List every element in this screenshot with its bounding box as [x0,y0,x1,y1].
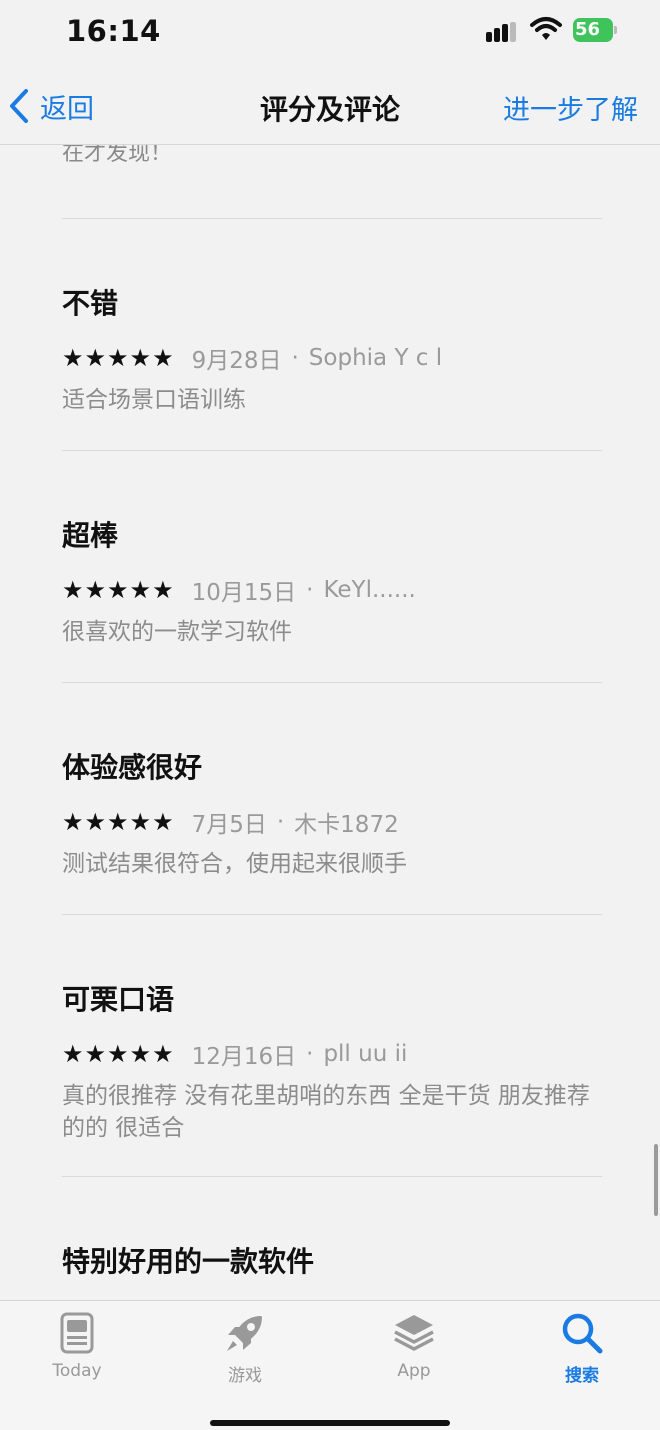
tab-label: App [397,1361,431,1381]
tab-bar: Today 游戏 App 搜索 [0,1300,660,1430]
star-icon: ★ [107,344,129,372]
star-icon: ★ [107,1040,129,1068]
home-indicator[interactable] [210,1420,450,1426]
review-meta: ★ ★ ★ ★ ★ 12月16日 · pll uu ii [62,1038,602,1070]
review-list[interactable]: 在才发现！ 不错 ★ ★ ★ ★ ★ 9月28日 · Sophia Y c l 适合场景… [0,0,660,1300]
star-icon: ★ [107,576,129,604]
star-icon: ★ [84,808,107,836]
star-icon: ★ [129,344,152,372]
review-meta: ★ ★ ★ ★ ★ 9月28日 · Sophia Y c l [62,342,602,374]
separator-dot: · [306,1041,314,1067]
review-title: 可栗口语 [62,983,175,1016]
divider [62,450,602,451]
navigation-bar: 返回 评分及评论 进一步了解 [0,64,660,145]
review-date: 7月5日 [191,812,267,838]
star-icon: ★ [62,808,84,836]
review-card[interactable]: 可栗口语 ★ ★ ★ ★ ★ 12月16日 · pll uu ii 真的很推荐 没有花里… [62,980,602,1144]
review-meta: ★ ★ ★ ★ ★ 10月15日 · KeYl...... [62,574,602,606]
separator-dot: · [306,577,314,603]
star-icon: ★ [62,1040,84,1068]
review-card[interactable]: 体验感很好 ★ ★ ★ ★ ★ 7月5日 · 木卡1872 测试结果很符合，使用起来很顺… [62,748,602,880]
divider [62,682,602,683]
star-rating: ★ ★ ★ ★ ★ [62,346,174,370]
star-icon: ★ [84,1040,107,1068]
star-icon: ★ [84,344,107,372]
star-icon: ★ [129,1040,152,1068]
review-body: 真的很推荐 没有花里胡哨的东西 全是干货 朋友推荐的的 很适合 [62,1083,590,1141]
review-body: 适合场景口语训练 [62,387,246,413]
review-date: 9月28日 [191,348,282,374]
review-body: 测试结果很符合，使用起来很顺手 [62,851,407,877]
star-icon: ★ [62,344,84,372]
tab-games[interactable]: 游戏 [185,1301,305,1401]
tab-label: Today [52,1361,102,1381]
star-icon: ★ [152,1040,174,1068]
star-icon: ★ [152,344,174,372]
review-card[interactable]: 特别好用的一款软件 [62,1242,602,1282]
review-meta: ★ ★ ★ ★ ★ 7月5日 · 木卡1872 [62,806,602,838]
separator-dot: · [291,345,299,371]
today-icon [60,1312,94,1354]
star-icon: ★ [129,808,152,836]
divider [62,914,602,915]
star-rating: ★ ★ ★ ★ ★ [62,810,174,834]
tab-label: 游戏 [228,1366,262,1386]
star-icon: ★ [152,576,174,604]
review-author: KeYl...... [323,577,416,603]
review-date: 10月15日 [191,580,297,606]
rocket-icon [227,1316,262,1351]
review-card[interactable]: 不错 ★ ★ ★ ★ ★ 9月28日 · Sophia Y c l 适合场景口语训练 [62,284,602,416]
review-author: Sophia Y c l [308,345,443,371]
tab-today[interactable]: Today [17,1301,137,1401]
divider [62,218,602,219]
scroll-indicator[interactable] [654,1144,658,1216]
tab-label: 搜索 [565,1366,599,1386]
tab-search[interactable]: 搜索 [522,1301,642,1401]
review-card[interactable]: 超棒 ★ ★ ★ ★ ★ 10月15日 · KeYl...... 很喜欢的一款学习软件 [62,516,602,648]
star-icon: ★ [84,576,107,604]
review-title: 不错 [62,287,119,320]
star-icon: ★ [62,576,84,604]
star-icon: ★ [107,808,129,836]
review-title: 体验感很好 [62,751,203,784]
star-icon: ★ [129,576,152,604]
review-title: 特别好用的一款软件 [62,1245,315,1278]
star-rating: ★ ★ ★ ★ ★ [62,578,174,602]
review-title: 超棒 [62,519,119,552]
search-icon [562,1313,603,1354]
learn-more-link[interactable]: 进一步了解 [503,88,638,127]
star-rating: ★ ★ ★ ★ ★ [62,1042,174,1066]
review-body: 很喜欢的一款学习软件 [62,619,292,645]
star-icon: ★ [152,808,174,836]
review-date: 12月16日 [191,1044,297,1070]
layers-icon [394,1315,434,1351]
review-author: pll uu ii [323,1041,408,1067]
review-author: 木卡1872 [294,812,399,838]
tab-apps[interactable]: App [354,1301,474,1401]
divider [62,1176,602,1177]
separator-dot: · [276,809,285,835]
